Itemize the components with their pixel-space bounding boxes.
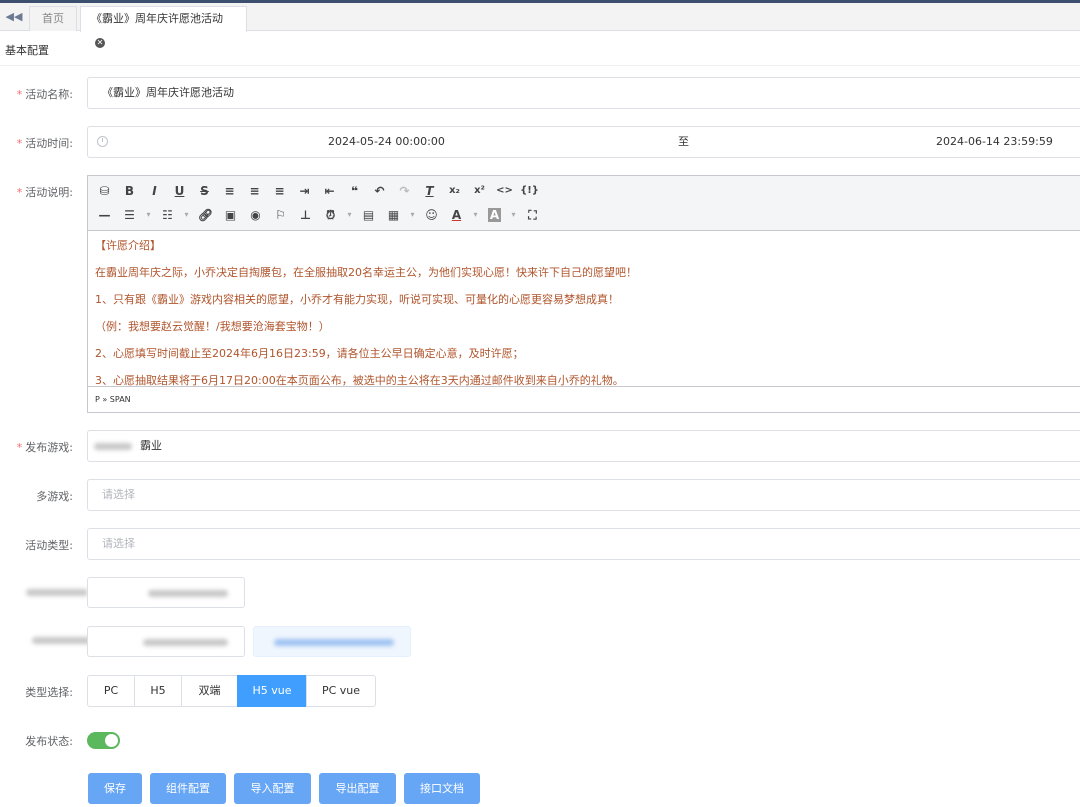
close-icon[interactable]: ✕ [95,38,105,48]
clock-icon [97,136,108,147]
game-value: 霸业 [140,439,162,452]
rich-text-editor[interactable]: ⛁ B I U S ≡ ≡ ≡ ⇥ ⇤ ❝ ↶ ↷ T x₂ x² <> {!}… [87,175,1080,413]
editor-toolbar: ⛁ B I U S ≡ ≡ ≡ ⇥ ⇤ ❝ ↶ ↷ T x₂ x² <> {!}… [88,176,1080,231]
redacted-action[interactable] [253,626,411,657]
tab-home-label: 首页 [42,12,64,25]
bullet-list-icon[interactable]: ☰ [117,204,142,226]
tab-activity-label: 《霸业》周年庆许愿池活动 [91,12,223,25]
preview-icon[interactable]: ◉ [243,204,268,226]
chevron-down-icon[interactable]: ▾ [343,204,356,226]
underline-icon[interactable]: U [167,180,192,202]
type-option-h5[interactable]: H5 [134,675,182,707]
indent-icon[interactable]: ⇥ [292,180,317,202]
emoji-icon[interactable]: ☺ [419,204,444,226]
divider [0,65,1080,66]
redacted-text [143,639,228,646]
type-label: 活动类型: [25,539,73,552]
chevron-down-icon[interactable]: ▾ [507,204,520,226]
desc-label: * 活动说明: [16,186,73,199]
template-icon[interactable]: {!} [517,180,542,202]
name-value: 《霸业》周年庆许愿池活动 [102,86,234,99]
section-title: 基本配置 [5,44,49,57]
type-option-pc-vue[interactable]: PC vue [306,675,376,707]
tab-bar: ◀◀ 首页 《霸业》周年庆许愿池活动 ✕ [0,3,1080,48]
time-label: * 活动时间: [16,137,73,150]
range-separator: 至 [678,135,689,148]
redacted-text [274,639,394,646]
bookmark-icon[interactable]: ⚐ [268,204,293,226]
name-input[interactable]: 《霸业》周年庆许愿池活动 [87,77,1080,109]
toggle-knob [105,734,118,747]
link-icon[interactable]: 🔗︎ [193,204,218,226]
collapse-left-icon[interactable]: ◀◀ [4,7,24,27]
undo-icon[interactable]: ↶ [367,180,392,202]
end-date[interactable]: 2024-06-14 23:59:59 [936,127,1053,157]
editor-line: 2、心愿填写时间截止至2024年6月16日23:59，请各位主公早日确定心意，及… [95,347,524,360]
redacted-text [148,590,228,597]
editor-path: P » SPAN [88,386,1080,412]
redacted-field[interactable] [87,577,245,608]
find-icon[interactable]: ⛁ [92,180,117,202]
chevron-down-icon[interactable]: ▾ [142,204,155,226]
type-option-pc[interactable]: PC [87,675,135,707]
export-config-button[interactable]: 导出配置 [319,773,396,804]
redacted-text [94,443,132,450]
chevron-down-icon[interactable]: ▾ [180,204,193,226]
editor-line: 在霸业周年庆之际，小乔决定自掏腰包，在全服抽取20名幸运主公，为他们实现心愿！快… [95,266,637,279]
italic-icon[interactable]: I [142,180,167,202]
media-icon[interactable]: ▤ [356,204,381,226]
editor-line: （例：我想要赵云觉醒！/我想要沧海套宝物！） [95,320,330,333]
code-icon[interactable]: <> [492,180,517,202]
clear-format-icon[interactable]: T [417,180,442,202]
chevron-down-icon[interactable]: ▾ [406,204,419,226]
text-color-icon[interactable]: A [444,204,469,226]
numbered-list-icon[interactable]: ☷ [155,204,180,226]
save-button[interactable]: 保存 [88,773,142,804]
align-right-icon[interactable]: ≡ [267,180,292,202]
superscript-icon[interactable]: x² [467,180,492,202]
game-select[interactable]: 霸业 [87,430,1080,462]
editor-line: 【许愿介绍】 [95,239,161,252]
type-placeholder: 请选择 [102,537,135,550]
redo-icon[interactable]: ↷ [392,180,417,202]
name-label: * 活动名称: [16,88,73,101]
multi-game-label: 多游戏: [36,490,73,503]
alarm-icon[interactable]: ⏰︎ [318,204,343,226]
horizontal-line-icon[interactable]: — [92,204,117,226]
multi-game-placeholder: 请选择 [102,488,135,501]
import-config-button[interactable]: 导入配置 [234,773,311,804]
type-select[interactable]: 请选择 [87,528,1080,560]
tab-activity[interactable]: 《霸业》周年庆许愿池活动 ✕ [80,6,247,48]
type-segmented-control: PC H5 双端 H5 vue PC vue [87,675,376,707]
component-config-button[interactable]: 组件配置 [150,773,226,804]
chevron-down-icon[interactable]: ▾ [469,204,482,226]
publish-status-toggle[interactable] [87,732,120,749]
background-color-icon[interactable]: A [482,204,507,226]
type-option-dual[interactable]: 双端 [181,675,238,707]
outdent-icon[interactable]: ⇤ [317,180,342,202]
strikethrough-icon[interactable]: S [192,180,217,202]
multi-game-select[interactable]: 请选择 [87,479,1080,511]
editor-content[interactable]: 【许愿介绍】 在霸业周年庆之际，小乔决定自掏腰包，在全服抽取20名幸运主公，为他… [88,231,1080,401]
tab-home[interactable]: 首页 [29,6,77,31]
type-option-h5-vue[interactable]: H5 vue [237,675,307,707]
table-icon[interactable]: ▦ [381,204,406,226]
fullscreen-icon[interactable]: ⛶ [520,204,545,226]
game-label: * 发布游戏: [16,441,73,454]
image-icon[interactable]: ▣ [218,204,243,226]
redacted-label [26,589,88,596]
subscript-icon[interactable]: x₂ [442,180,467,202]
start-date[interactable]: 2024-05-24 00:00:00 [328,127,445,157]
blockquote-icon[interactable]: ❝ [342,180,367,202]
api-doc-button[interactable]: 接口文档 [404,773,480,804]
align-left-icon[interactable]: ≡ [217,180,242,202]
date-range-picker[interactable]: 2024-05-24 00:00:00 至 2024-06-14 23:59:5… [87,126,1080,158]
redacted-field[interactable] [87,626,245,657]
kind-label: 类型选择: [25,686,73,699]
page-break-icon[interactable]: ⊥ [293,204,318,226]
bold-icon[interactable]: B [117,180,142,202]
align-center-icon[interactable]: ≡ [242,180,267,202]
status-label: 发布状态: [25,735,73,748]
editor-line: 1、只有跟《霸业》游戏内容相关的愿望，小乔才有能力实现，听说可实现、可量化的心愿… [95,293,619,306]
